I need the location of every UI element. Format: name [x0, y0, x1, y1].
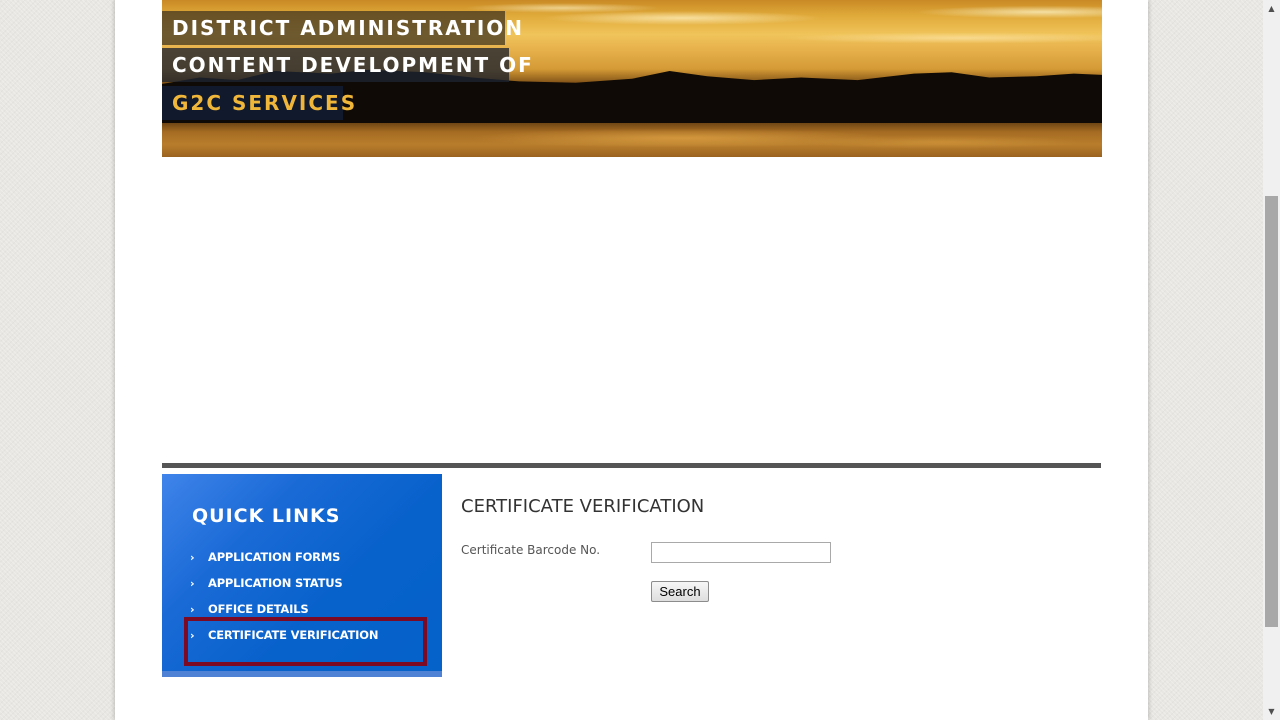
banner-caption-line-3: G2C SERVICES [162, 86, 355, 120]
page-container: DISTRICT ADMINISTRATION CONTENT DEVELOPM… [115, 0, 1148, 720]
scroll-down-icon[interactable]: ▼ [1263, 703, 1280, 720]
quick-link-label: OFFICE DETAILS [208, 602, 309, 616]
quick-links-panel: QUICK LINKS › APPLICATION FORMS › APPLIC… [162, 474, 442, 677]
quick-links-title: QUICK LINKS [192, 505, 341, 527]
banner-caption-line-2: CONTENT DEVELOPMENT OF [162, 48, 532, 82]
scroll-up-icon[interactable]: ▲ [1263, 0, 1280, 17]
page-title: CERTIFICATE VERIFICATION [461, 496, 705, 517]
quick-link-label: APPLICATION FORMS [208, 550, 341, 564]
chevron-right-icon: › [190, 576, 195, 590]
vertical-scrollbar[interactable]: ▲ ▼ [1263, 0, 1280, 720]
quick-link-certificate-verification[interactable]: › CERTIFICATE VERIFICATION [190, 622, 378, 648]
quick-link-label: CERTIFICATE VERIFICATION [208, 628, 379, 642]
banner-caption-line-1: DISTRICT ADMINISTRATION [162, 11, 522, 45]
header-banner: DISTRICT ADMINISTRATION CONTENT DEVELOPM… [162, 0, 1102, 157]
search-button[interactable]: Search [651, 581, 709, 602]
scrollbar-thumb[interactable] [1265, 196, 1278, 627]
chevron-right-icon: › [190, 602, 195, 616]
quick-link-application-forms[interactable]: › APPLICATION FORMS [190, 544, 378, 570]
quick-links-list: › APPLICATION FORMS › APPLICATION STATUS… [190, 544, 378, 648]
quick-link-application-status[interactable]: › APPLICATION STATUS [190, 570, 378, 596]
barcode-label: Certificate Barcode No. [461, 543, 601, 557]
banner-water [162, 122, 1102, 157]
quick-link-label: APPLICATION STATUS [208, 576, 343, 590]
chevron-right-icon: › [190, 628, 195, 642]
barcode-input[interactable] [651, 542, 831, 563]
section-divider [162, 463, 1101, 468]
chevron-right-icon: › [190, 550, 195, 564]
quick-link-office-details[interactable]: › OFFICE DETAILS [190, 596, 378, 622]
